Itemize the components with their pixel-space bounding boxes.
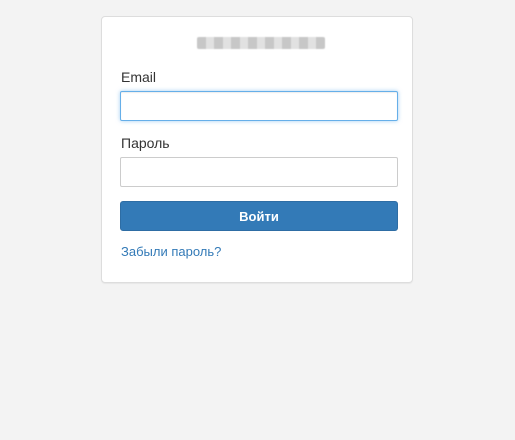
- email-field[interactable]: [120, 91, 398, 121]
- login-card: Email Пароль Войти Забыли пароль?: [101, 16, 413, 283]
- password-label: Пароль: [121, 135, 170, 151]
- email-label: Email: [121, 69, 157, 85]
- brand-logo-blurred: [197, 37, 325, 49]
- login-button[interactable]: Войти: [120, 201, 398, 231]
- password-field[interactable]: [120, 157, 398, 187]
- forgot-password-link[interactable]: Забыли пароль?: [121, 244, 221, 259]
